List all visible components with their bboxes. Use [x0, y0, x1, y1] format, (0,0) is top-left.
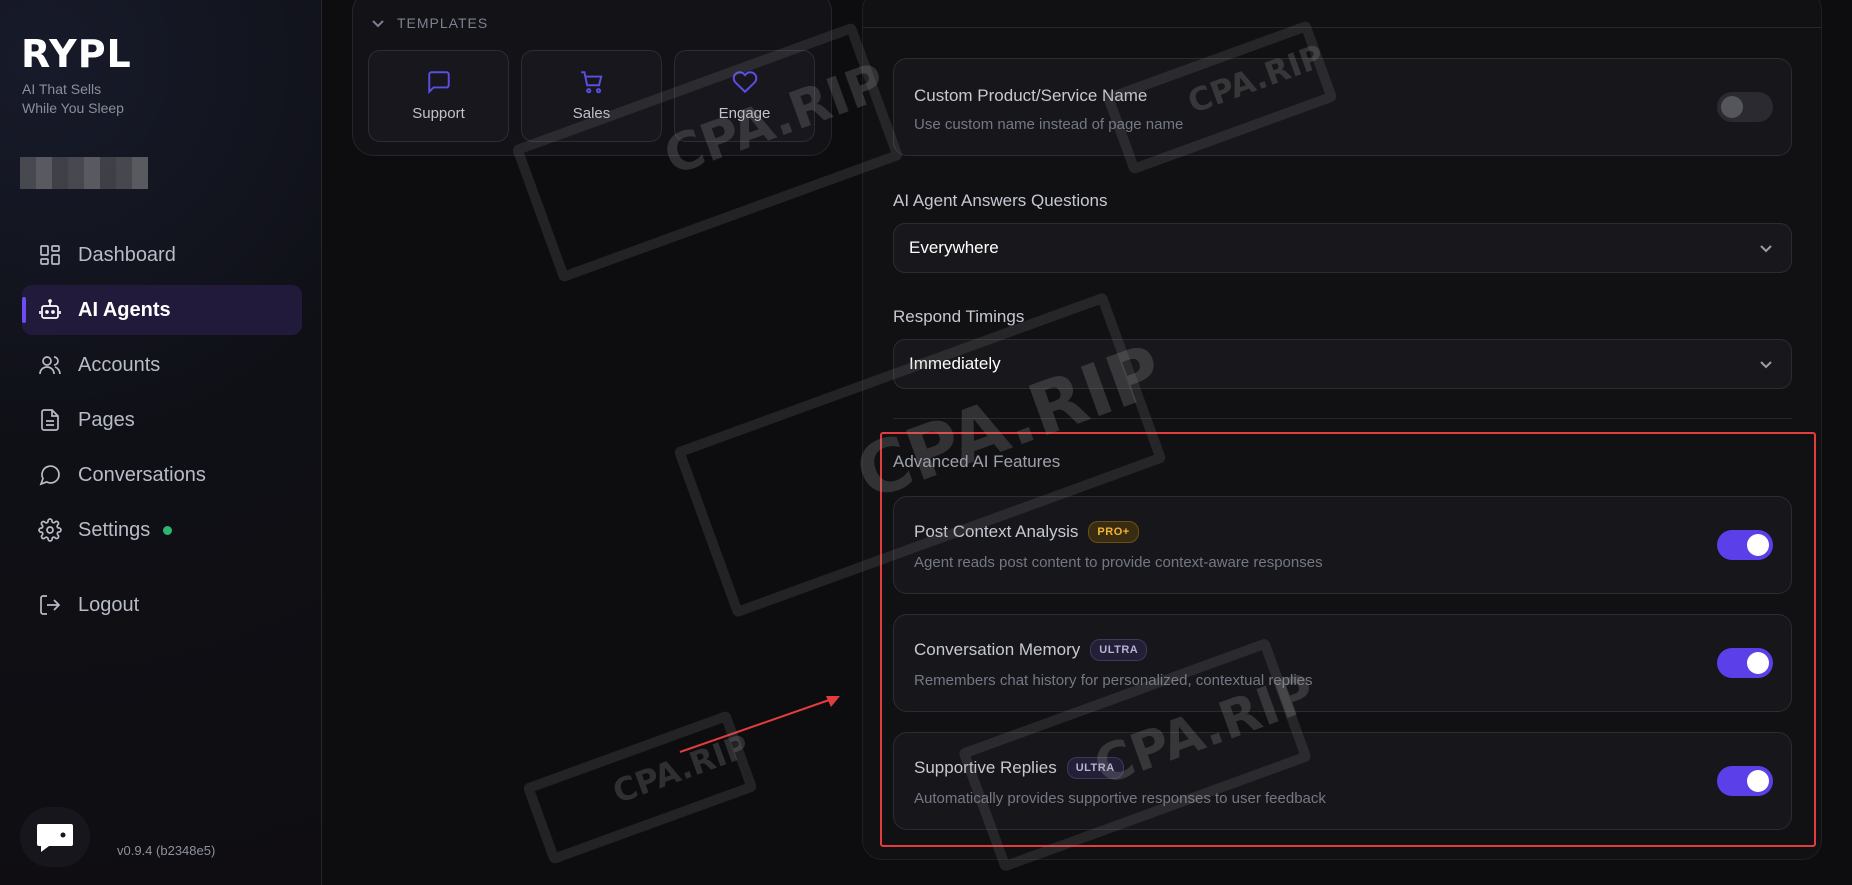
- heart-icon: [732, 71, 757, 94]
- brand-logo[interactable]: RYPL: [21, 32, 132, 76]
- chat-bubble-icon: [427, 71, 450, 95]
- logout-label: Logout: [78, 593, 140, 616]
- sidebar-item-label: Dashboard: [78, 243, 176, 266]
- sidebar-item-accounts[interactable]: Accounts: [22, 340, 302, 390]
- settings-status-dot: [163, 525, 173, 535]
- main-nav: Dashboard AI Agents Accounts Pages Conve…: [22, 230, 302, 635]
- support-chat-button[interactable]: [20, 807, 90, 867]
- template-label: Engage: [718, 105, 771, 122]
- sidebar-item-label: AI Agents: [78, 298, 171, 321]
- answers-questions-select[interactable]: Everywhere: [893, 223, 1792, 273]
- grid-icon: [37, 242, 63, 268]
- chevron-down-icon: [1760, 245, 1772, 253]
- sidebar-item-dashboard[interactable]: Dashboard: [22, 230, 302, 280]
- logout-button[interactable]: Logout: [22, 580, 302, 630]
- custom-name-card: Custom Product/Service Name Use custom n…: [893, 58, 1792, 156]
- brand-tagline: AI That Sells While You Sleep: [22, 80, 124, 118]
- template-engage[interactable]: Engage: [674, 50, 815, 142]
- custom-name-description: Use custom name instead of page name: [914, 116, 1184, 133]
- chat-widget-icon: [37, 824, 73, 852]
- answers-questions-label: AI Agent Answers Questions: [893, 191, 1108, 210]
- sidebar-item-label: Settings: [78, 518, 151, 541]
- respond-timings-label: Respond Timings: [893, 307, 1025, 326]
- sidebar-item-pages[interactable]: Pages: [22, 395, 302, 445]
- tagline-line-2: While You Sleep: [22, 100, 124, 116]
- annotation-arrow-icon: [679, 696, 840, 753]
- custom-name-toggle[interactable]: [1717, 92, 1773, 122]
- gear-icon: [37, 517, 63, 543]
- chat-bubble-icon: [37, 462, 63, 488]
- respond-timings-value: Immediately: [909, 354, 1001, 373]
- template-label: Support: [412, 105, 465, 122]
- templates-card: TEMPLATES Support Sales Engage: [352, 0, 832, 156]
- sidebar-item-label: Accounts: [78, 353, 161, 376]
- templates-heading: TEMPLATES: [397, 15, 489, 31]
- app-version: v0.9.4 (b2348e5): [117, 843, 216, 858]
- logout-icon: [37, 592, 63, 618]
- robot-icon: [37, 297, 63, 323]
- custom-name-title: Custom Product/Service Name: [914, 86, 1148, 105]
- templates-toggle[interactable]: TEMPLATES: [371, 15, 488, 31]
- chevron-down-icon: [1760, 361, 1772, 369]
- template-label: Sales: [572, 105, 611, 122]
- sidebar-item-ai-agents[interactable]: AI Agents: [22, 285, 302, 335]
- user-profile-blurred[interactable]: [20, 157, 148, 189]
- sidebar-item-label: Pages: [78, 408, 135, 431]
- sidebar-item-settings[interactable]: Settings: [22, 505, 302, 555]
- chevron-down-icon: [372, 20, 384, 28]
- tagline-line-1: AI That Sells: [22, 81, 102, 97]
- respond-timings-select[interactable]: Immediately: [893, 339, 1792, 389]
- sidebar-item-label: Conversations: [78, 463, 206, 486]
- template-sales[interactable]: Sales: [521, 50, 662, 142]
- section-divider: [893, 418, 1792, 419]
- sidebar-item-conversations[interactable]: Conversations: [22, 450, 302, 500]
- page-icon: [37, 407, 63, 433]
- annotation-highlight-box: [880, 432, 1816, 847]
- answers-questions-value: Everywhere: [909, 238, 999, 257]
- toggle-knob: [1721, 96, 1743, 118]
- panel-divider: [862, 27, 1822, 28]
- sidebar: RYPL AI That Sells While You Sleep Dashb…: [0, 0, 322, 885]
- users-icon: [37, 352, 63, 378]
- template-support[interactable]: Support: [368, 50, 509, 142]
- cart-icon: [580, 71, 602, 94]
